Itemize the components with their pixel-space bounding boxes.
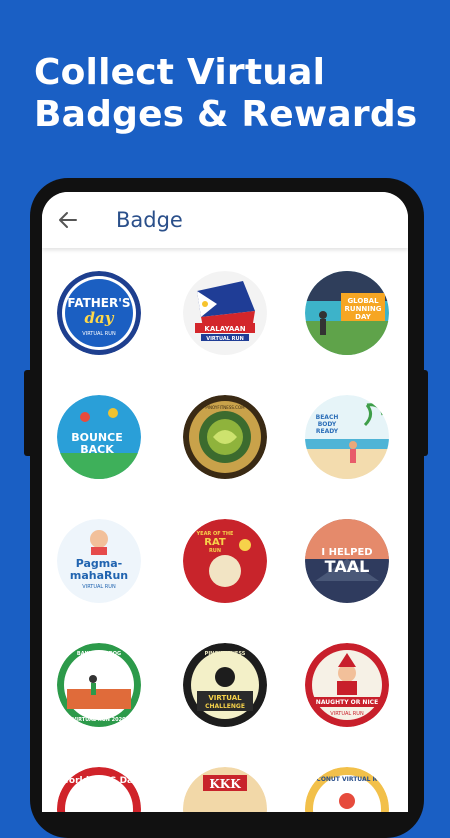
badge-global-running-day-text2: RUNNING [345,305,382,313]
app-bar: Badge [42,192,408,248]
badge-pagmamaharun-text2: mahaRun [70,569,128,582]
badge-virtual-challenge-text3: CHALLENGE [205,703,245,710]
badge-naughty-or-nice-text2: VIRTUAL RUN [330,711,364,717]
badge-pinoy-fitness-medal[interactable]: PINOYFITNESS.COM [183,395,267,479]
badge-year-of-the-rat-text3: RUN [209,548,221,554]
badge-kalayaan-text1: KALAYAAN [204,325,245,333]
badge-bakit-alindog[interactable]: BAKIT ALINDOG VIRTUAL RUN 2020 [57,643,141,727]
page-title: Badge [116,208,183,232]
badge-virtual-challenge[interactable]: PINOYFITNESS VIRTUAL CHALLENGE [183,643,267,727]
badge-world-aids-day-text1: World AIDS Day [59,776,139,786]
badge-coconut-virtual-run-text1: COCONUT VIRTUAL RUN [307,776,387,783]
badge-pagmamaharun[interactable]: Pagma- mahaRun VIRTUAL RUN [57,519,141,603]
badge-beach-body-ready[interactable]: BEACH BODY READY [305,395,389,479]
badge-fathers-day[interactable]: FATHER'S day VIRTUAL RUN [57,271,141,355]
badge-bakit-alindog-text1: BAKIT ALINDOG [77,651,121,657]
badge-pinoy-fitness-medal-text1: PINOYFITNESS.COM [205,405,245,410]
badge-global-running-day[interactable]: GLOBAL RUNNING DAY [305,271,389,355]
badge-i-helped-taal[interactable]: I HELPED TAAL [305,519,389,603]
badge-bounce-back[interactable]: BOUNCE BACK [57,395,141,479]
badge-fathers-day-text3: VIRTUAL RUN [82,331,116,337]
badge-i-helped-taal-text2: TAAL [325,557,370,576]
badge-kalayaan[interactable]: KALAYAAN VIRTUAL RUN [183,271,267,355]
arrow-back-icon [59,212,77,228]
badge-beach-body-ready-text1: BEACH [316,414,339,421]
phone-screen: Badge FATHER'S day VIRTUAL RUN KALAYAAN … [42,192,408,812]
badge-kkk[interactable]: KKK [183,767,267,812]
badge-bounce-back-text2: BACK [80,443,114,456]
badge-coconut-virtual-run[interactable]: COCONUT VIRTUAL RUN [305,767,389,812]
promo-headline: Collect Virtual Badges & Rewards [34,52,434,136]
badge-pagmamaharun-text3: VIRTUAL RUN [82,584,116,590]
badge-world-aids-day[interactable]: World AIDS Day [57,767,141,812]
badge-global-running-day-text3: DAY [355,313,372,321]
badge-beach-body-ready-text3: READY [316,428,339,435]
badge-beach-body-ready-text2: BODY [318,421,337,428]
badge-fathers-day-text1: FATHER'S [67,296,130,310]
badge-fathers-day-text2: day [85,309,115,327]
badge-naughty-or-nice-text1: NAUGHTY OR NICE [316,699,378,706]
promo-headline-line1: Collect Virtual [34,52,326,93]
badge-global-running-day-text1: GLOBAL [347,297,379,305]
back-button[interactable] [56,208,80,232]
promo-headline-line2: Badges & Rewards [34,94,418,135]
badge-kkk-text1: KKK [209,777,241,791]
badge-kalayaan-text2: VIRTUAL RUN [206,336,244,342]
badge-year-of-the-rat[interactable]: YEAR OF THE RAT RUN [183,519,267,603]
badge-bakit-alindog-text2: VIRTUAL RUN 2020 [72,717,126,723]
badge-naughty-or-nice[interactable]: NAUGHTY OR NICE VIRTUAL RUN [305,643,389,727]
badge-year-of-the-rat-text2: RAT [204,537,226,548]
badge-virtual-challenge-text2: VIRTUAL [208,694,242,702]
badge-virtual-challenge-text1: PINOYFITNESS [205,651,246,657]
